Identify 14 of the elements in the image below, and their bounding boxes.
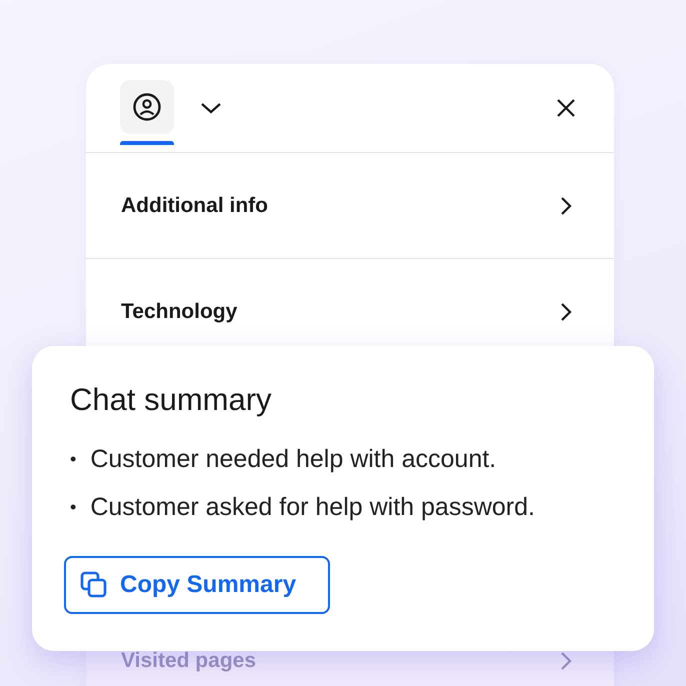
bullet-marker: •: [70, 448, 76, 471]
chevron-down-icon[interactable]: [200, 102, 222, 114]
summary-bullet: Customer needed help with account.: [90, 444, 496, 474]
chevron-right-icon: [560, 196, 572, 216]
close-icon[interactable]: [556, 98, 576, 118]
bullet-marker: •: [70, 496, 76, 519]
chevron-right-icon: [560, 651, 572, 671]
copy-button[interactable]: Copy Summary: [64, 556, 330, 614]
panel-row[interactable]: Additional info: [86, 153, 614, 259]
summary-bullet: Customer asked for help with password.: [90, 492, 535, 522]
card-title: Chat summary: [70, 382, 273, 418]
copy-icon: [80, 571, 108, 599]
chevron-right-icon: [560, 302, 572, 322]
user-icon: [132, 92, 162, 122]
